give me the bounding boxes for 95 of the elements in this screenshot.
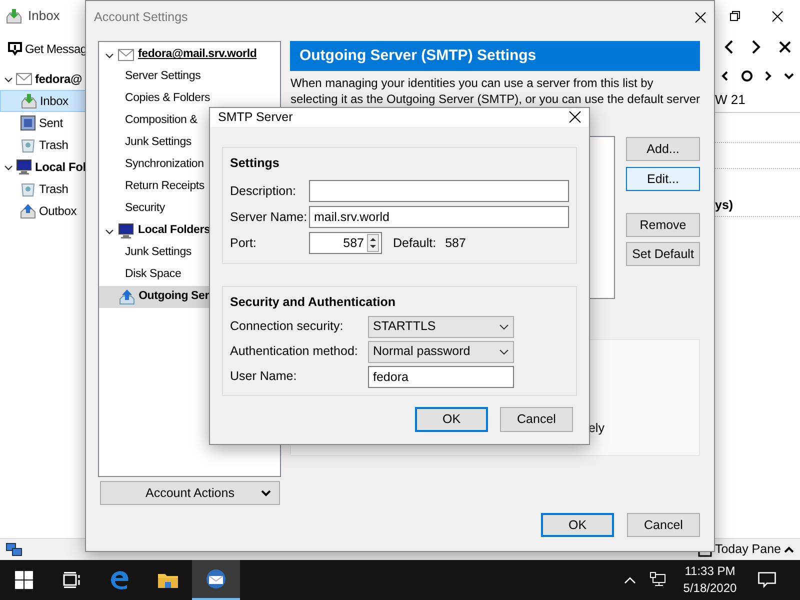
network-icon[interactable] [650,572,666,588]
tree-item[interactable]: Server Settings [99,66,280,88]
window-title: SMTP Server [218,109,293,126]
restore-icon [730,11,740,21]
envelope-icon [16,73,32,85]
taskbar-button[interactable] [192,560,240,600]
notification-icon[interactable] [758,572,776,588]
tree-item[interactable]: Composition & [99,110,209,132]
close-icon [772,10,782,22]
sent-icon [20,115,36,131]
chevron-up-icon[interactable] [624,576,636,584]
dialog-button[interactable]: OK [541,513,614,537]
default-value: 587 [445,234,466,252]
account-actions-button[interactable]: Account Actions [100,481,280,505]
dialog-button[interactable]: Cancel [627,513,700,537]
dialog-button[interactable]: Remove [626,213,700,237]
week-label: W 21 [715,91,746,109]
folder-item[interactable]: Trash [0,134,86,156]
folder-item[interactable]: Trash [0,178,86,200]
network-status-icon [6,542,22,556]
chevron-up-icon [784,546,794,554]
chevron-right-icon [764,71,772,81]
folder-item[interactable]: Outbox [0,200,86,222]
field-label: Server Name: [230,208,308,226]
description-text: When managing your identities you can use a server from this list by [290,75,654,91]
group-heading: Security and Authentication [230,294,397,311]
dialog-button[interactable]: Cancel [500,407,573,432]
tree-item[interactable]: Junk Settings [99,132,209,154]
mail-app-icon [205,569,227,589]
clock[interactable]: 11:33 PM 5/18/2020 [678,563,742,597]
clock-date: 5/18/2020 [683,580,737,597]
inbox-icon [6,8,22,24]
chevron-icon [105,226,114,236]
description-text: selecting it as the Outgoing Server (SMTP), or you can use the default server [290,91,700,107]
clock-time: 11:33 PM [684,563,736,580]
close-icon[interactable] [569,111,581,124]
chevron-right-icon [751,40,762,54]
field-label: User Name: [230,368,298,386]
group-heading: Settings [230,154,280,172]
field-label: Port: [230,234,258,252]
field-label: Authentication method: [230,343,359,360]
tree-item[interactable]: Outgoing Ser [99,286,209,308]
input-field[interactable]: fedora [368,366,514,388]
envelope-icon [118,49,134,61]
chevron-left-icon [720,71,729,81]
tree-item[interactable]: Junk Settings [99,242,209,264]
outgoing-server-icon [118,289,135,305]
close-icon[interactable] [695,12,706,22]
default-label: Default: [393,234,436,252]
spinner-arrows-icon [367,234,379,252]
caret-icon [499,348,509,355]
tree-item[interactable]: Copies & Folders [99,88,280,110]
folder-item[interactable]: Sent [0,112,86,134]
window-title: Account Settings [94,8,188,26]
chevron-icon [4,162,13,172]
chevron-icon [105,50,114,60]
dialog-button[interactable]: Set Default [626,242,700,266]
windows-logo-icon [15,571,33,589]
folder-item[interactable]: Inbox [0,90,86,112]
tree-item[interactable]: Synchronization [99,154,209,176]
computer-icon [118,223,134,239]
tree-item[interactable]: Security [99,198,209,220]
trash-icon [20,137,36,153]
folder-icon [157,571,179,589]
caret-icon [499,324,509,330]
chevron-left-icon [724,40,734,54]
tree-item[interactable]: Disk Space [99,264,209,286]
mail-tab[interactable]: Inbox [0,0,66,32]
today-icon [740,70,753,82]
field-label: Connection security: [230,318,344,336]
task-view-icon [63,572,81,588]
tree-item[interactable]: Local Folders [99,220,209,242]
outbox-icon [20,203,36,219]
chevron-icon [4,74,13,84]
inbox-icon [21,93,37,109]
dropdown[interactable]: STARTTLS [368,316,514,338]
computer-icon [16,159,32,175]
input-field[interactable]: mail.srv.world [309,206,569,228]
close-icon [779,41,792,53]
input-field[interactable] [309,180,569,202]
section-heading: Outgoing Server (SMTP) Settings [290,41,700,71]
tree-item[interactable]: Return Receipts [99,176,209,198]
dialog-button[interactable]: OK [415,407,488,432]
dropdown[interactable]: Normal password [368,340,514,363]
chevron-down-icon [261,490,271,497]
trash-icon [20,181,36,197]
dialog-button[interactable]: Edit... [626,167,700,191]
spin-field[interactable]: 587 [309,232,382,254]
tree-item[interactable]: fedora@mail.srv.world [99,44,280,66]
browser-e-icon [110,570,130,590]
dialog-button[interactable]: Add... [626,137,700,161]
chevron-down-icon [784,72,794,80]
field-label: Description: [230,182,297,200]
folder-item[interactable]: Local Fol [0,156,86,178]
folder-item[interactable]: fedora@ [0,68,86,90]
